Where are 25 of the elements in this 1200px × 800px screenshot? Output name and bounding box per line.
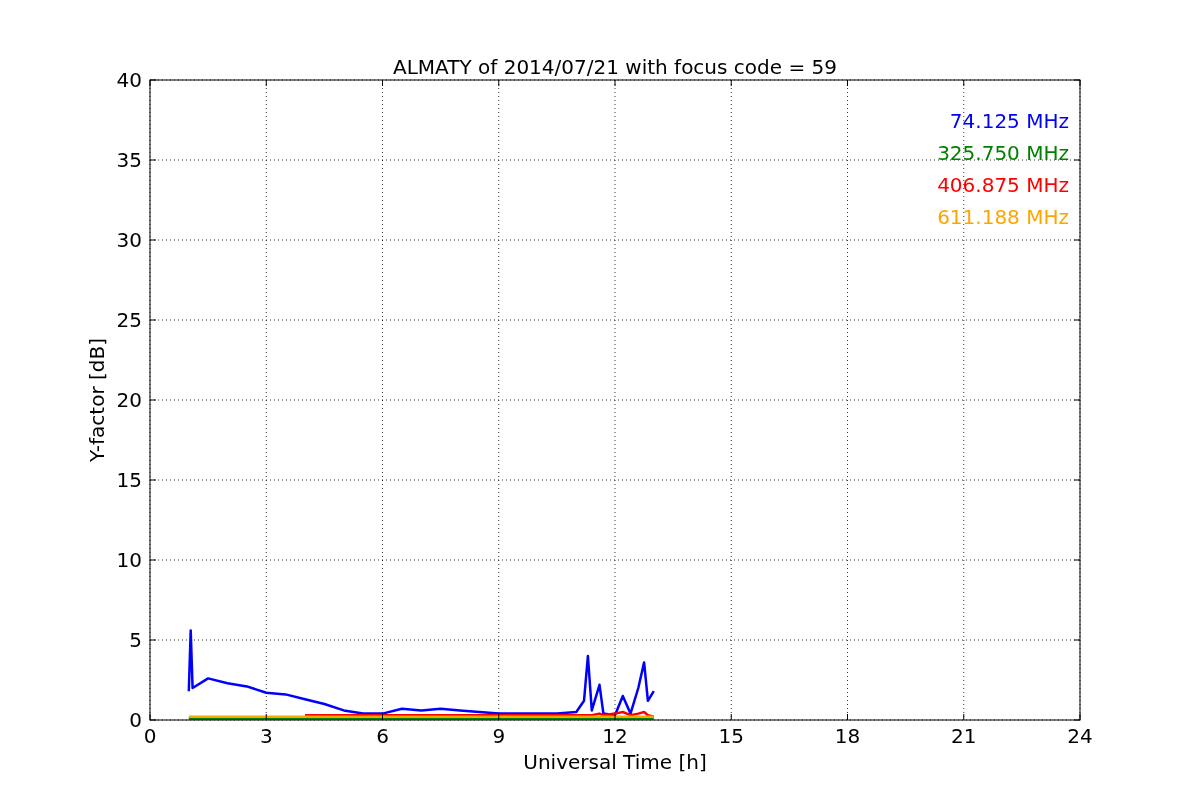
y-axis-label: Y-factor [dB] — [85, 338, 109, 462]
y-tick-label: 40 — [116, 68, 142, 92]
legend-label: 611.188 MHz — [937, 205, 1069, 229]
x-tick-label: 6 — [376, 724, 389, 748]
x-tick-label: 12 — [602, 724, 628, 748]
y-tick-label: 0 — [129, 708, 142, 732]
x-tick-label: 24 — [1067, 724, 1093, 748]
legend-label: 406.875 MHz — [937, 173, 1069, 197]
x-axis-label: Universal Time [h] — [523, 750, 707, 774]
x-tick-label: 0 — [143, 724, 157, 748]
y-tick-label: 15 — [116, 468, 142, 492]
x-tick-label: 21 — [951, 724, 977, 748]
y-tick-label: 30 — [116, 228, 142, 252]
x-tick-label: 18 — [834, 724, 861, 748]
chart-title: ALMATY of 2014/07/21 with focus code = 59 — [393, 55, 837, 79]
x-tick-label: 3 — [259, 724, 273, 748]
legend-label: 325.750 MHz — [937, 141, 1069, 165]
y-tick-label: 5 — [129, 628, 142, 652]
y-tick-label: 35 — [116, 148, 142, 172]
legend-label: 74.125 MHz — [949, 109, 1069, 133]
x-tick-label: 9 — [492, 724, 506, 748]
x-tick-label: 15 — [718, 724, 744, 748]
y-tick-label: 20 — [116, 388, 142, 412]
y-tick-label: 25 — [116, 308, 142, 332]
y-tick-label: 10 — [116, 548, 142, 572]
